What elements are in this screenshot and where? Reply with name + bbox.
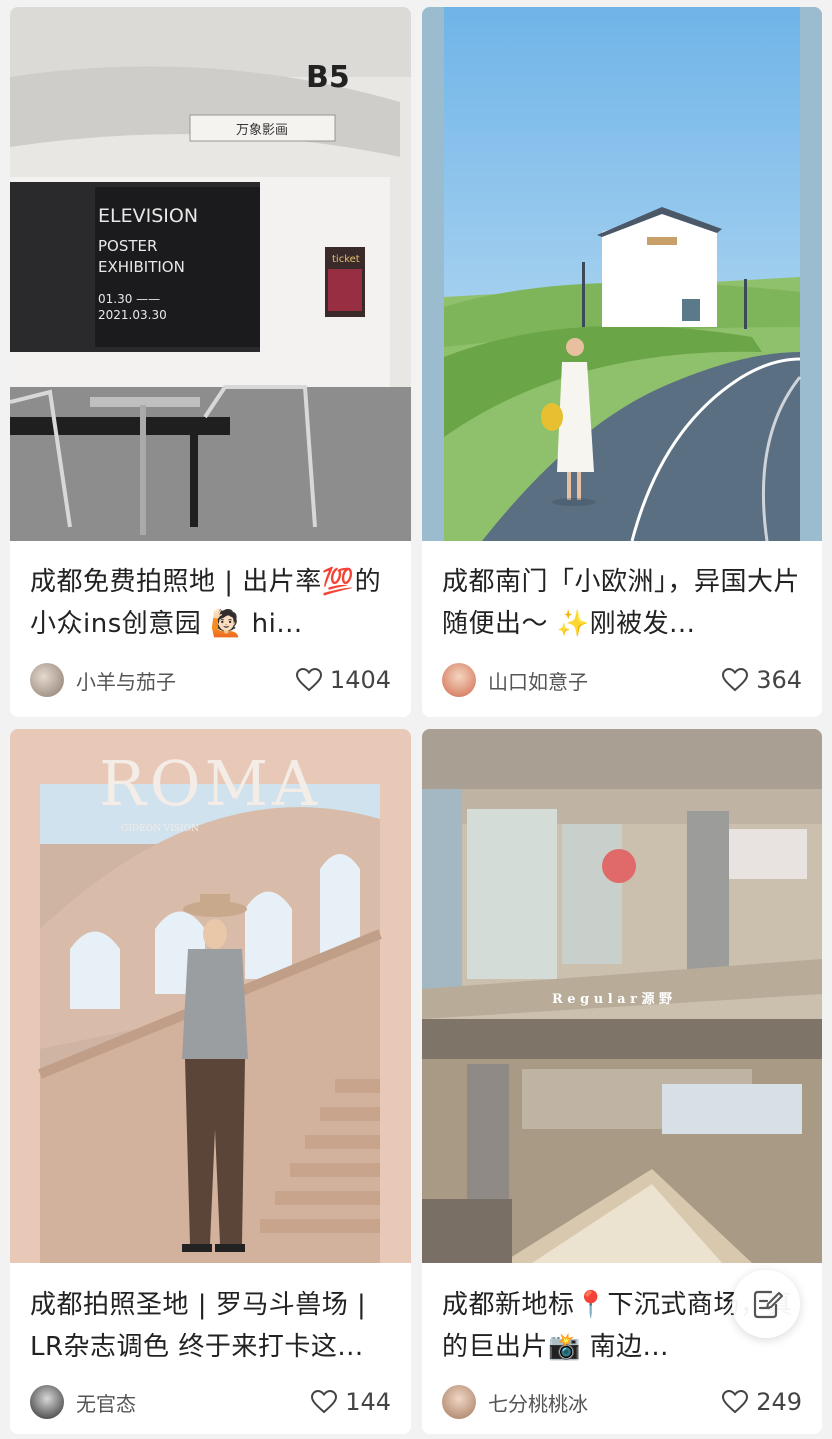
like-button[interactable]: 249 bbox=[722, 1388, 802, 1416]
card-cover-image[interactable]: ROMA GIDEON VISION bbox=[10, 729, 411, 1263]
author-avatar[interactable] bbox=[442, 1385, 476, 1419]
author-avatar[interactable] bbox=[30, 663, 64, 697]
like-button[interactable]: 144 bbox=[311, 1388, 391, 1416]
author-name[interactable]: 无官态 bbox=[76, 1388, 311, 1417]
note-edit-icon bbox=[753, 1290, 783, 1319]
cover-poster-line: POSTER bbox=[98, 237, 157, 255]
cover-art-countryside-road bbox=[422, 7, 822, 541]
cover-b5-sign: B5 bbox=[306, 60, 350, 95]
author-avatar[interactable] bbox=[442, 663, 476, 697]
card-meta: 小羊与茄子 1404 bbox=[30, 660, 391, 700]
note-card-1[interactable]: 万象影画 B5 ELEVISION POSTER EXHIBITION 01.3… bbox=[10, 7, 411, 717]
cover-brand-sign: 万象影画 bbox=[236, 123, 288, 138]
cover-art-roma-magazine: ROMA GIDEON VISION bbox=[10, 729, 411, 1263]
card-meta: 无官态 144 bbox=[30, 1382, 391, 1422]
like-count: 249 bbox=[756, 1388, 802, 1416]
compose-note-button[interactable] bbox=[732, 1270, 800, 1338]
heart-outline-icon bbox=[295, 668, 322, 692]
author-name[interactable]: 山口如意子 bbox=[488, 666, 722, 695]
author-name[interactable]: 小羊与茄子 bbox=[76, 666, 296, 695]
card-title[interactable]: 成都拍照圣地 | 罗马斗兽场 | LR杂志调色 终于来打卡这... bbox=[30, 1284, 391, 1368]
card-title[interactable]: 成都南门「小欧洲」，异国大片随便出～ ✨刚被发... bbox=[442, 561, 802, 645]
cover-masthead-subtitle: GIDEON VISION bbox=[121, 824, 199, 834]
card-meta: 七分桃桃冰 249 bbox=[442, 1382, 802, 1422]
card-cover-image[interactable]: 万象影画 B5 ELEVISION POSTER EXHIBITION 01.3… bbox=[10, 7, 411, 541]
cover-masthead: ROMA bbox=[99, 747, 321, 820]
like-button[interactable]: 364 bbox=[722, 666, 802, 694]
heart-outline-icon bbox=[722, 1390, 749, 1414]
like-count: 364 bbox=[756, 666, 802, 694]
note-card-2[interactable]: 成都南门「小欧洲」，异国大片随便出～ ✨刚被发... 山口如意子 364 bbox=[422, 7, 822, 717]
note-card-3[interactable]: ROMA GIDEON VISION 成都拍照圣地 | 罗马斗兽场 | LR杂志… bbox=[10, 729, 411, 1434]
like-count: 1404 bbox=[329, 666, 391, 694]
cover-ticket-sign: ticket bbox=[332, 254, 360, 265]
card-meta: 山口如意子 364 bbox=[442, 660, 802, 700]
cover-poster-date: 2021.03.30 bbox=[98, 308, 167, 322]
cover-caption: R e g u l a r 源 野 bbox=[552, 991, 672, 1007]
card-cover-image[interactable]: R e g u l a r 源 野 bbox=[422, 729, 822, 1263]
heart-outline-icon bbox=[722, 668, 749, 692]
heart-outline-icon bbox=[311, 1390, 338, 1414]
author-name[interactable]: 七分桃桃冰 bbox=[488, 1388, 722, 1417]
author-avatar[interactable] bbox=[30, 1385, 64, 1419]
like-button[interactable]: 1404 bbox=[295, 666, 391, 694]
waterfall-feed: 万象影画 B5 ELEVISION POSTER EXHIBITION 01.3… bbox=[0, 0, 832, 1439]
card-title[interactable]: 成都免费拍照地 | 出片率💯的小众ins创意园 🙋🏻 hi... bbox=[30, 561, 391, 645]
cover-poster-line: EXHIBITION bbox=[98, 258, 185, 276]
card-cover-image[interactable] bbox=[422, 7, 822, 541]
cover-art-sunken-mall: R e g u l a r 源 野 bbox=[422, 729, 822, 1263]
like-count: 144 bbox=[345, 1388, 391, 1416]
cover-poster-date: 01.30 —— bbox=[98, 292, 160, 306]
cover-poster-title: ELEVISION bbox=[98, 205, 198, 227]
cover-art-gallery-storefront: 万象影画 B5 ELEVISION POSTER EXHIBITION 01.3… bbox=[10, 7, 411, 541]
